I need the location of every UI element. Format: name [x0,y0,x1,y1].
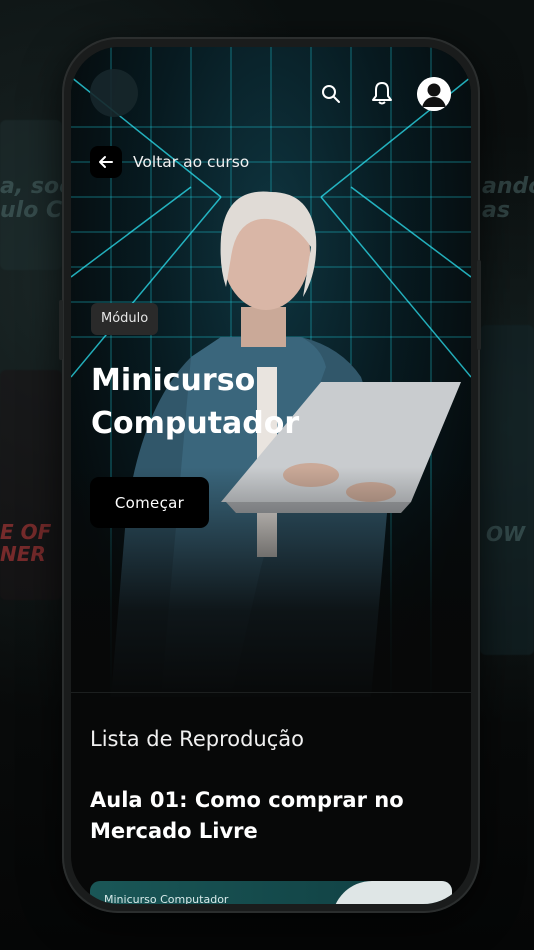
course-title: Minicurso Computador [91,363,300,441]
phone-side-button [59,300,63,360]
top-bar [71,47,471,147]
background-text: E OF [0,520,52,544]
lesson-thumbnail[interactable]: Minicurso Computador [90,881,452,904]
search-button[interactable] [318,81,344,107]
background-card-right [480,325,534,655]
start-button[interactable]: Começar [90,477,209,528]
playlist-heading: Lista de Reprodução [90,727,304,751]
background-text: OW [486,522,526,546]
search-icon [322,85,340,103]
notifications-button[interactable] [368,79,396,107]
app-logo[interactable] [90,69,138,117]
phone-side-button [477,260,481,350]
app-screen: Voltar ao curso Módulo Minicurso Computa… [71,47,471,904]
thumbnail-label: Minicurso Computador [104,893,229,904]
user-avatar-button[interactable] [417,77,451,111]
back-button[interactable] [90,146,122,178]
module-badge: Módulo [91,303,159,335]
background-text: as [482,198,510,223]
thumbnail-image [332,881,452,904]
lesson-title[interactable]: Aula 01: Como comprar no Mercado Livre [90,785,450,847]
bell-icon [372,82,392,105]
back-label[interactable]: Voltar ao curso [133,153,249,171]
section-divider [71,692,471,693]
user-avatar-icon [417,77,451,111]
background-text: NER [0,542,46,566]
background-text: ando [482,174,534,199]
back-to-course-link[interactable]: Voltar ao curso [90,146,249,178]
arrow-left-icon [99,156,113,168]
